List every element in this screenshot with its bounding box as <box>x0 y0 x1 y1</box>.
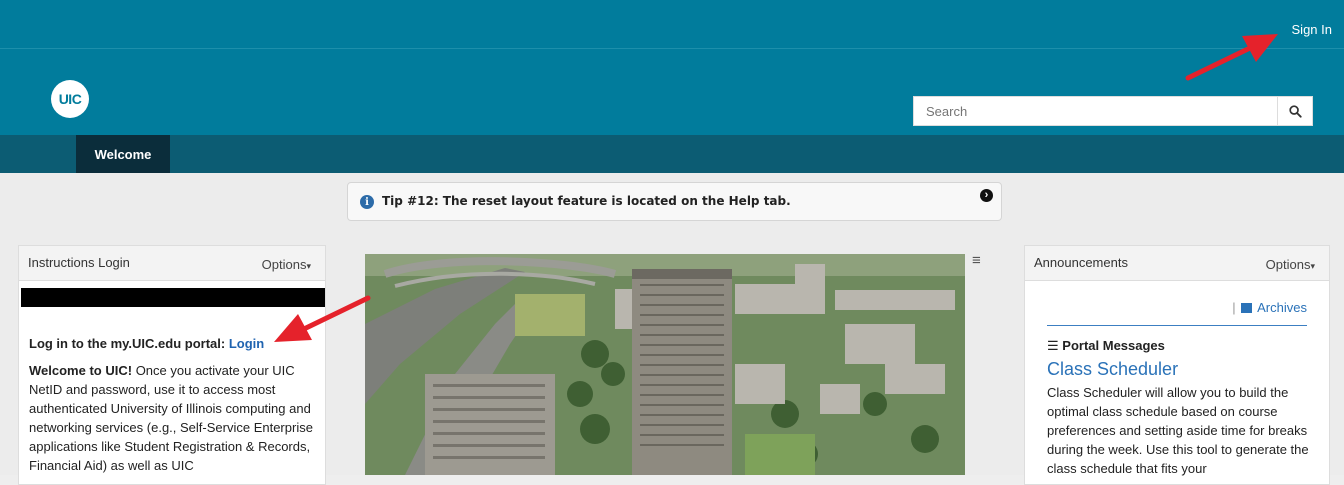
redacted-bar <box>21 288 325 307</box>
welcome-bold: Welcome to UIC! <box>29 363 133 378</box>
class-scheduler-description: Class Scheduler will allow you to build … <box>1047 385 1309 476</box>
archives-label: Archives <box>1257 300 1307 315</box>
top-bar: Sign In <box>0 0 1344 49</box>
main-content: i Tip #12: The reset layout feature is l… <box>0 173 1344 485</box>
archive-icon <box>1241 303 1253 313</box>
campus-photo <box>365 254 965 475</box>
panel-title: Announcements <box>1034 255 1128 270</box>
announcements-panel: Announcements Options▾ | Archives ☰ Port… <box>1024 245 1330 485</box>
search-box <box>913 96 1313 126</box>
campus-aerial-image <box>365 254 965 475</box>
instructions-body: Log in to the my.UIC.edu portal: Login W… <box>29 334 319 475</box>
search-button[interactable] <box>1277 97 1312 125</box>
portal-messages-heading: ☰ Portal Messages <box>1047 338 1165 354</box>
options-label: Options <box>261 257 307 272</box>
caret-down-icon: ▾ <box>1310 261 1315 271</box>
tip-banner: i Tip #12: The reset layout feature is l… <box>347 182 1002 221</box>
tip-text: Tip #12: The reset layout feature is loc… <box>382 194 791 208</box>
login-line: Log in to the my.UIC.edu portal: Login <box>29 334 319 353</box>
header: UIC <box>0 49 1344 135</box>
tip-next-icon[interactable]: › <box>980 189 993 202</box>
divider <box>1047 325 1307 326</box>
info-icon: i <box>360 195 374 209</box>
instructions-login-panel: Instructions Login Options▾ Log in to th… <box>18 245 326 485</box>
welcome-paragraph: Welcome to UIC! Once you activate your U… <box>29 361 319 475</box>
portal-messages-label: Portal Messages <box>1062 338 1165 353</box>
search-input[interactable] <box>914 97 1279 125</box>
uic-logo[interactable]: UIC <box>51 80 89 118</box>
search-icon <box>1288 104 1302 118</box>
panel-title: Instructions Login <box>28 255 130 270</box>
sign-in-link[interactable]: Sign In <box>1292 22 1332 37</box>
class-scheduler-link[interactable]: Class Scheduler <box>1047 359 1178 380</box>
welcome-text: Once you activate your UIC NetID and pas… <box>29 363 313 473</box>
tab-welcome[interactable]: Welcome <box>76 135 170 173</box>
panel-header: Announcements Options▾ <box>1025 246 1329 281</box>
options-dropdown[interactable]: Options▾ <box>1266 257 1315 272</box>
login-prefix: Log in to the my.UIC.edu portal: <box>29 336 226 351</box>
login-link[interactable]: Login <box>229 336 264 351</box>
panel-header: Instructions Login Options▾ <box>19 246 325 281</box>
options-dropdown[interactable]: Options▾ <box>262 257 311 272</box>
caret-down-icon: ▾ <box>306 261 311 271</box>
archives-link[interactable]: | Archives <box>1232 300 1307 315</box>
list-icon: ☰ <box>1047 338 1059 353</box>
hamburger-menu-icon[interactable]: ≡ <box>972 252 981 269</box>
options-label: Options <box>1265 257 1311 272</box>
nav-bar: Welcome <box>0 135 1344 173</box>
